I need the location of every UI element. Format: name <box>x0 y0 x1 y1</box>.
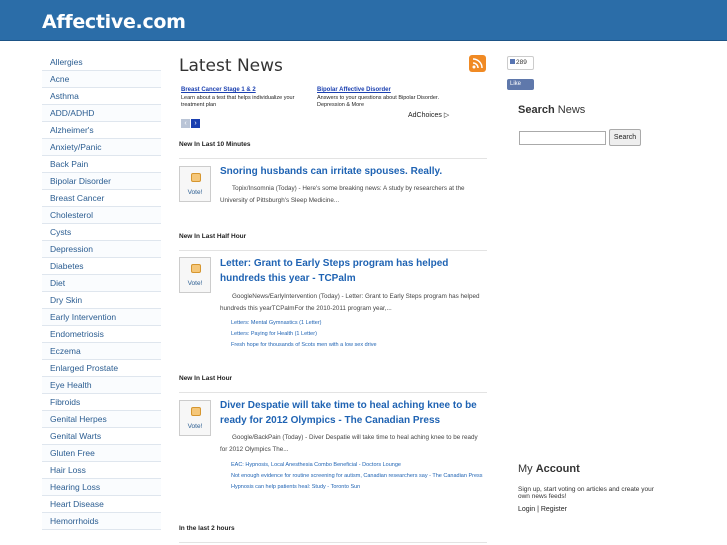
related-link[interactable]: Fresh hope for thousands of Scots men wi… <box>231 342 486 349</box>
news-summary: GoogleNews/EarlyIntervention (Today) - L… <box>220 293 480 312</box>
search-heading-rest: News <box>554 104 586 116</box>
sidebar-item[interactable]: Acne <box>42 71 161 88</box>
account-heading-pre: My <box>518 463 536 475</box>
account-heading-bold: Account <box>535 463 580 475</box>
sidebar-item[interactable]: Diet <box>42 275 161 292</box>
thumbs-up-icon <box>510 59 515 64</box>
vote-label: Vote! <box>187 189 203 196</box>
sidebar-item[interactable]: Heart Disease <box>42 496 161 513</box>
ballot-icon <box>191 407 201 416</box>
sidebar-item[interactable]: Alzheimer's <box>42 122 161 139</box>
search-input[interactable] <box>519 131 606 145</box>
sidebar-item[interactable]: Fibroids <box>42 394 161 411</box>
search-button[interactable]: Search <box>609 129 641 146</box>
vote-button[interactable]: Vote! <box>179 400 211 436</box>
vote-label: Vote! <box>187 280 203 287</box>
chevron-left-icon[interactable]: ‹ <box>181 119 190 128</box>
site-header: Affective.com <box>0 0 727 41</box>
sidebar-item[interactable]: Genital Warts <box>42 428 161 445</box>
rss-icon[interactable] <box>469 55 486 72</box>
account-links: Login | Register <box>518 506 567 513</box>
ad-block: Bipolar Affective Disorder Answers to yo… <box>317 87 442 109</box>
news-headline[interactable]: Diver Despatie will take time to heal ac… <box>220 398 487 428</box>
sidebar-item[interactable]: ADD/ADHD <box>42 105 161 122</box>
sidebar-item[interactable]: Breast Cancer <box>42 190 161 207</box>
divider <box>179 158 487 159</box>
adchoices-icon: ▷ <box>443 112 450 119</box>
ad-link[interactable]: Breast Cancer Stage 1 & 2 <box>181 87 306 94</box>
chevron-right-icon[interactable]: › <box>191 119 200 128</box>
divider <box>179 250 487 251</box>
ballot-icon <box>191 173 201 182</box>
sidebar-item[interactable]: Allergies <box>42 54 161 71</box>
sidebar-item[interactable]: Bipolar Disorder <box>42 173 161 190</box>
related-link[interactable]: Letters: Paying for Health (1 Letter) <box>231 331 486 338</box>
sidebar-item[interactable]: Hearing Loss <box>42 479 161 496</box>
sidebar-item[interactable]: Hemorrhoids <box>42 513 161 530</box>
related-link[interactable]: EAC: Hypnosis, Local Anesthesia Combo Be… <box>231 462 486 469</box>
sidebar-item[interactable]: Early Intervention <box>42 309 161 326</box>
sidebar-item[interactable]: Gluten Free <box>42 445 161 462</box>
sidebar-item[interactable]: Cysts <box>42 224 161 241</box>
ad-navigation: ‹ › <box>181 112 201 130</box>
sidebar-item[interactable]: Asthma <box>42 88 161 105</box>
sidebar-item[interactable]: Diabetes <box>42 258 161 275</box>
site-logo[interactable]: Affective.com <box>42 11 186 33</box>
news-headline[interactable]: Snoring husbands can irritate spouses. R… <box>220 164 487 179</box>
facebook-like-button[interactable]: Like <box>507 79 534 90</box>
news-headline[interactable]: Letter: Grant to Early Steps program has… <box>220 256 487 286</box>
section-heading: New In Last Hour <box>179 375 233 382</box>
sidebar-item[interactable]: Anxiety/Panic <box>42 139 161 156</box>
sidebar-item[interactable]: Enlarged Prostate <box>42 360 161 377</box>
related-link[interactable]: Hypnosis can help patients heal: Study -… <box>231 484 486 491</box>
vote-button[interactable]: Vote! <box>179 166 211 202</box>
related-links: EAC: Hypnosis, Local Anesthesia Combo Be… <box>231 462 486 495</box>
like-count: 289 <box>516 59 527 66</box>
sidebar-item[interactable]: Hair Loss <box>42 462 161 479</box>
related-link[interactable]: Not enough evidence for routine screenin… <box>231 473 486 480</box>
like-label: Like <box>510 81 522 87</box>
sidebar-item[interactable]: Genital Herpes <box>42 411 161 428</box>
ad-block: Breast Cancer Stage 1 & 2 Learn about a … <box>181 87 306 109</box>
section-heading: New In Last 10 Minutes <box>179 141 251 148</box>
ballot-icon <box>191 264 201 273</box>
topic-sidebar: Allergies Acne Asthma ADD/ADHD Alzheimer… <box>42 54 161 530</box>
divider <box>179 542 487 543</box>
sidebar-item[interactable]: Cholesterol <box>42 207 161 224</box>
sidebar-item[interactable]: Dry Skin <box>42 292 161 309</box>
ad-text: Answers to your questions about Bipolar … <box>317 95 439 108</box>
sidebar-item[interactable]: Endometriosis <box>42 326 161 343</box>
section-heading: New In Last Half Hour <box>179 233 247 240</box>
section-heading: In the last 2 hours <box>179 525 235 532</box>
account-heading: My Account <box>518 463 580 475</box>
sidebar-item[interactable]: Depression <box>42 241 161 258</box>
related-links: Letters: Mental Gymnastics (1 Letter) Le… <box>231 320 486 353</box>
ad-text: Learn about a test that helps individual… <box>181 95 295 108</box>
search-heading-bold: Search <box>518 104 555 116</box>
sidebar-item[interactable]: Eye Health <box>42 377 161 394</box>
vote-button[interactable]: Vote! <box>179 257 211 293</box>
adchoices-text: AdChoices <box>408 112 442 119</box>
page-title: Latest News <box>179 56 283 76</box>
divider <box>179 392 487 393</box>
vote-label: Vote! <box>187 423 203 430</box>
account-description: Sign up, start voting on articles and cr… <box>518 486 654 500</box>
news-summary: Google/BackPain (Today) - Diver Despatie… <box>220 434 478 453</box>
ad-link[interactable]: Bipolar Affective Disorder <box>317 87 442 94</box>
sidebar-item[interactable]: Eczema <box>42 343 161 360</box>
sidebar-item[interactable]: Back Pain <box>42 156 161 173</box>
register-link[interactable]: Register <box>541 506 567 513</box>
adchoices-label[interactable]: AdChoices ▷ <box>408 111 449 119</box>
login-link[interactable]: Login <box>518 506 535 513</box>
search-heading: Search News <box>518 104 585 116</box>
news-summary: Topix/Insomnia (Today) - Here's some bre… <box>220 185 465 204</box>
related-link[interactable]: Letters: Mental Gymnastics (1 Letter) <box>231 320 486 327</box>
like-count-button[interactable]: 289 <box>507 56 534 70</box>
